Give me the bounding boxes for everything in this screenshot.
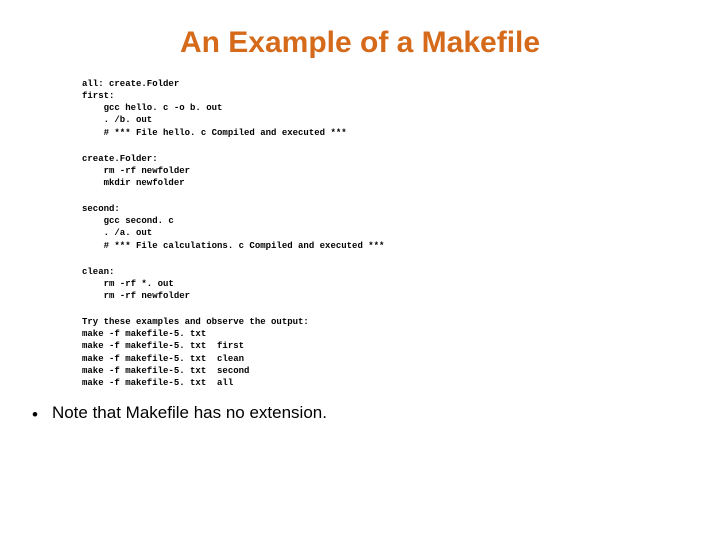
makefile-block-second: second: gcc second. c . /a. out # *** Fi… <box>82 203 720 252</box>
makefile-block-examples: Try these examples and observe the outpu… <box>82 316 720 389</box>
makefile-block-clean: clean: rm -rf *. out rm -rf newfolder <box>82 266 720 302</box>
makefile-block-all-first: all: create.Folder first: gcc hello. c -… <box>82 78 720 139</box>
note-text: Note that Makefile has no extension. <box>52 403 327 423</box>
bullet-icon: • <box>32 405 38 425</box>
makefile-block-createfolder: create.Folder: rm -rf newfolder mkdir ne… <box>82 153 720 189</box>
slide-title: An Example of a Makefile <box>0 0 720 78</box>
note-row: • Note that Makefile has no extension. <box>32 403 720 425</box>
